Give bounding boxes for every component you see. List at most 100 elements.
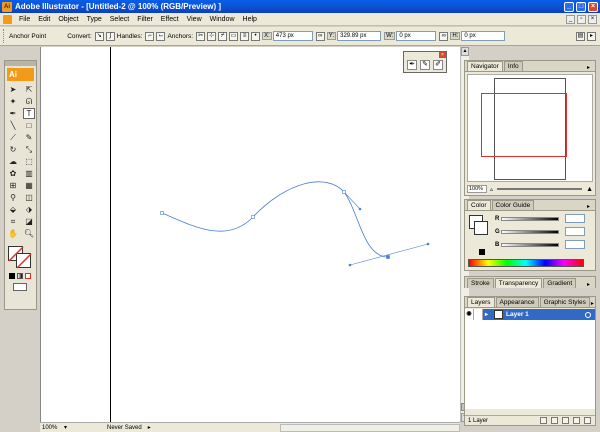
menu-help[interactable]: Help bbox=[239, 16, 261, 23]
navigator-preview[interactable] bbox=[467, 74, 593, 182]
color-mode-icon[interactable] bbox=[9, 273, 15, 279]
x-field[interactable]: 473 px bbox=[272, 31, 313, 41]
menu-window[interactable]: Window bbox=[206, 16, 239, 23]
artboard-canvas[interactable] bbox=[40, 47, 460, 422]
delete-layer-icon[interactable] bbox=[584, 417, 591, 424]
panel-menu-icon[interactable]: ▸ bbox=[587, 31, 596, 41]
convert-smooth-icon[interactable]: ∫ bbox=[105, 31, 115, 41]
zoom-level[interactable]: 100% bbox=[40, 425, 64, 431]
add-anchor-mini-tool-icon[interactable]: ✎ bbox=[420, 60, 430, 70]
horizontal-scrollbar[interactable] bbox=[280, 423, 460, 432]
w-field[interactable]: 0 px bbox=[396, 31, 437, 41]
crop-area-tool-icon[interactable]: ⌗ bbox=[7, 216, 19, 227]
eyedropper-tool-icon[interactable]: ⚲ bbox=[7, 192, 19, 203]
locate-object-icon[interactable] bbox=[540, 417, 547, 424]
blend-tool-icon[interactable]: ◫ bbox=[23, 192, 35, 203]
zoom-in-icon[interactable]: ▲ bbox=[586, 186, 593, 193]
more-options-icon[interactable]: • bbox=[251, 31, 261, 41]
hide-handles-icon[interactable]: ⌙ bbox=[156, 31, 166, 41]
menu-select[interactable]: Select bbox=[106, 16, 133, 23]
document-icon[interactable] bbox=[3, 14, 12, 24]
tab-color-guide[interactable]: Color Guide bbox=[491, 200, 535, 210]
y-field[interactable]: 329.89 px bbox=[337, 31, 382, 41]
tab-graphic-styles[interactable]: Graphic Styles bbox=[539, 297, 590, 307]
zoom-tool-icon[interactable]: 🔍︎ bbox=[23, 228, 35, 239]
mini-panel-close-icon[interactable]: × bbox=[439, 52, 446, 58]
scale-tool-icon[interactable]: ⤡ bbox=[23, 144, 35, 155]
magic-wand-tool-icon[interactable]: ✦ bbox=[7, 96, 19, 107]
transparency-menu-icon[interactable]: ▸ bbox=[587, 281, 595, 288]
symbol-sprayer-tool-icon[interactable]: ✿ bbox=[7, 168, 19, 179]
new-sublayer-icon[interactable] bbox=[562, 417, 569, 424]
expand-arrow-icon[interactable]: ▸ bbox=[485, 311, 491, 318]
color-stroke-swatch[interactable] bbox=[474, 221, 488, 235]
gradient-tool-icon[interactable]: ▦ bbox=[23, 180, 35, 191]
doc-close-icon[interactable]: × bbox=[588, 14, 597, 24]
layer-target-icon[interactable] bbox=[585, 311, 591, 318]
layer-row[interactable]: ◉ ▸ Layer 1 bbox=[465, 309, 595, 320]
cut-path-icon[interactable]: ⌿ bbox=[218, 31, 228, 41]
tab-stroke[interactable]: Stroke bbox=[467, 278, 494, 288]
black-swatch[interactable] bbox=[479, 249, 485, 255]
stroke-icon[interactable]: ▭ bbox=[229, 31, 239, 41]
gradient-mode-icon[interactable] bbox=[17, 273, 23, 279]
tab-layers[interactable]: Layers bbox=[467, 297, 495, 307]
tab-color[interactable]: Color bbox=[467, 200, 491, 210]
rotate-tool-icon[interactable]: ↻ bbox=[7, 144, 19, 155]
connect-anchors-icon[interactable]: ⊹ bbox=[207, 31, 217, 41]
tools-panel-header[interactable] bbox=[5, 61, 36, 66]
menu-edit[interactable]: Edit bbox=[34, 16, 54, 23]
channel-r-field[interactable] bbox=[565, 214, 585, 223]
menu-file[interactable]: File bbox=[15, 16, 34, 23]
hand-tool-icon[interactable]: ✋ bbox=[7, 228, 19, 239]
mesh-tool-icon[interactable]: ⊞ bbox=[7, 180, 19, 191]
menu-filter[interactable]: Filter bbox=[133, 16, 157, 23]
link-icon[interactable]: ∞ bbox=[315, 31, 325, 41]
clipping-mask-icon[interactable] bbox=[551, 417, 558, 424]
type-tool-icon[interactable]: T bbox=[23, 108, 35, 119]
zoom-out-icon[interactable]: ▵ bbox=[490, 186, 493, 193]
remove-anchor-icon[interactable]: ✂ bbox=[196, 31, 206, 41]
layers-menu-icon[interactable]: ▸ bbox=[591, 300, 595, 307]
h-field[interactable]: 0 px bbox=[461, 31, 506, 41]
status-menu-icon[interactable]: ▸ bbox=[148, 424, 151, 431]
tab-transparency[interactable]: Transparency bbox=[494, 278, 543, 288]
selection-tool-icon[interactable]: ➤ bbox=[7, 84, 19, 95]
tab-gradient[interactable]: Gradient bbox=[543, 278, 577, 288]
channel-b-field[interactable] bbox=[565, 240, 585, 249]
menu-object[interactable]: Object bbox=[54, 16, 82, 23]
direct-selection-tool-icon[interactable]: ⇱ bbox=[23, 84, 35, 95]
channel-b-slider[interactable] bbox=[501, 242, 559, 247]
menu-view[interactable]: View bbox=[183, 16, 206, 23]
visibility-eye-icon[interactable]: ◉ bbox=[465, 309, 474, 320]
constrain-link-icon[interactable]: ∞ bbox=[439, 31, 449, 41]
tab-appearance[interactable]: Appearance bbox=[495, 297, 539, 307]
convert-corner-icon[interactable]: ↘ bbox=[94, 31, 104, 41]
navigator-zoom-field[interactable]: 100% bbox=[467, 185, 487, 193]
lock-toggle[interactable] bbox=[474, 309, 483, 320]
pencil-tool-icon[interactable]: ✎ bbox=[23, 132, 35, 143]
navigator-zoom-slider[interactable] bbox=[497, 188, 583, 190]
navigator-menu-icon[interactable]: ▸ bbox=[587, 64, 595, 71]
minimize-icon[interactable]: _ bbox=[564, 1, 574, 12]
fill-stroke-swatches[interactable] bbox=[7, 245, 35, 269]
scroll-up-icon[interactable]: ▲ bbox=[461, 47, 469, 56]
close-icon[interactable]: × bbox=[588, 1, 598, 12]
tab-info[interactable]: Info bbox=[503, 61, 523, 71]
menu-effect[interactable]: Effect bbox=[157, 16, 183, 23]
live-paint-tool-icon[interactable]: ⬙ bbox=[7, 204, 19, 215]
rectangle-tool-icon[interactable]: □ bbox=[23, 120, 35, 131]
brush-panel-icon[interactable]: ▤ bbox=[576, 31, 585, 41]
channel-g-field[interactable] bbox=[565, 227, 585, 236]
live-paint-selection-icon[interactable]: ⬗ bbox=[23, 204, 35, 215]
doc-restore-icon[interactable]: ▫ bbox=[577, 14, 586, 24]
eraser-tool-icon[interactable]: ◪ bbox=[23, 216, 35, 227]
pen-mini-tool-icon[interactable]: ✒ bbox=[407, 60, 417, 70]
align-icon[interactable]: ≡ bbox=[240, 31, 250, 41]
layer-name[interactable]: Layer 1 bbox=[506, 311, 529, 318]
pen-tool-icon[interactable]: ✒ bbox=[7, 108, 19, 119]
delete-anchor-mini-tool-icon[interactable]: ✐ bbox=[433, 60, 443, 70]
none-mode-icon[interactable] bbox=[25, 273, 31, 279]
new-layer-icon[interactable] bbox=[573, 417, 580, 424]
navigator-view-box[interactable] bbox=[481, 93, 567, 157]
